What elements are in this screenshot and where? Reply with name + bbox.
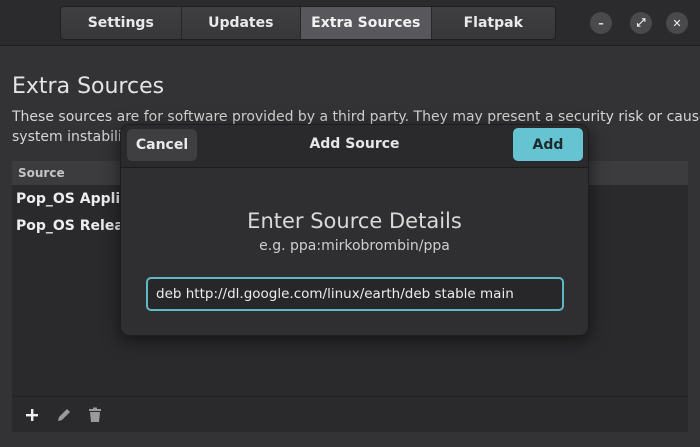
minimize-icon: – bbox=[598, 16, 604, 30]
add-source-dialog: Cancel Add Source Add Enter Source Detai… bbox=[120, 124, 589, 336]
list-item[interactable]: Pop_OS Applic bbox=[16, 191, 129, 207]
dialog-header: Cancel Add Source Add bbox=[121, 125, 588, 168]
tab-settings[interactable]: Settings bbox=[61, 7, 182, 39]
header-bar: Settings Updates Extra Sources Flatpak –… bbox=[0, 0, 700, 46]
add-source-button[interactable] bbox=[22, 405, 42, 425]
tab-flatpak[interactable]: Flatpak bbox=[431, 7, 555, 39]
dialog-heading: Enter Source Details bbox=[247, 209, 462, 233]
edit-source-button[interactable] bbox=[54, 405, 74, 425]
view-switcher: Settings Updates Extra Sources Flatpak bbox=[60, 6, 556, 40]
close-button[interactable]: ✕ bbox=[666, 12, 688, 34]
tab-extra-sources[interactable]: Extra Sources bbox=[301, 7, 432, 39]
edit-icon bbox=[58, 409, 70, 421]
list-toolbar bbox=[12, 396, 688, 432]
tab-updates[interactable]: Updates bbox=[181, 7, 302, 39]
maximize-button[interactable]: ⤢ bbox=[630, 12, 652, 34]
source-input[interactable] bbox=[146, 277, 564, 311]
add-icon bbox=[26, 409, 38, 421]
delete-source-button[interactable] bbox=[85, 405, 105, 425]
minimize-button[interactable]: – bbox=[590, 12, 612, 34]
delete-icon bbox=[89, 407, 101, 422]
page-title: Extra Sources bbox=[12, 74, 165, 99]
maximize-icon: ⤢ bbox=[636, 16, 646, 29]
add-button[interactable]: Add bbox=[513, 128, 583, 161]
dialog-example-text: e.g. ppa:mirkobrombin/ppa bbox=[259, 238, 450, 254]
close-icon: ✕ bbox=[672, 16, 682, 30]
list-item[interactable]: Pop_OS Releas bbox=[16, 218, 132, 234]
